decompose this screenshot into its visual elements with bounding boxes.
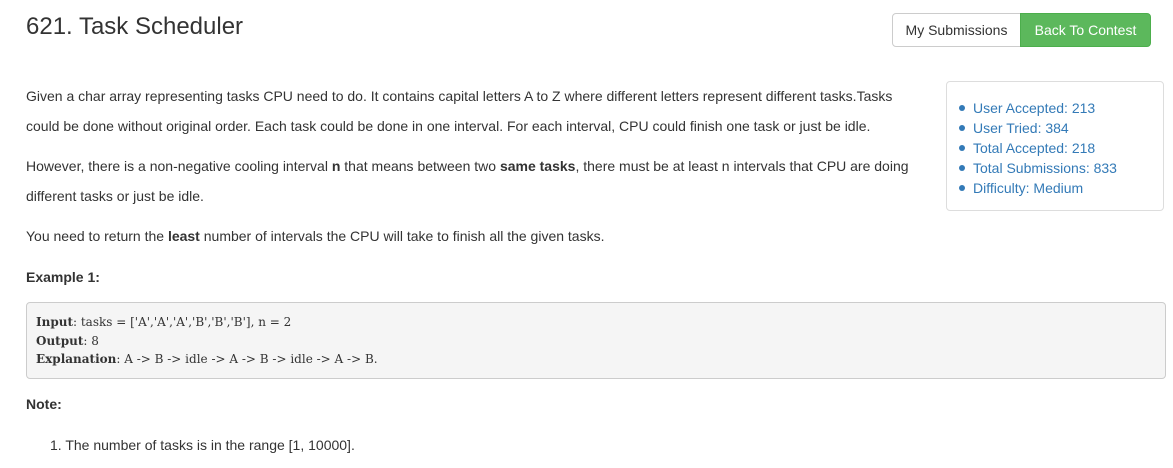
bullet-icon (959, 125, 965, 131)
p2-text-b: that means between two (340, 158, 500, 174)
p3-text-b: number of intervals the CPU will take to… (199, 228, 605, 244)
bullet-icon (959, 185, 965, 191)
p3-least-bold: least (167, 228, 200, 244)
action-button-group: My Submissions Back To Contest (892, 13, 1151, 47)
stat-text: User Tried: 384 (973, 120, 1069, 136)
example-code-block: Input: tasks = ['A','A','A','B','B','B']… (26, 302, 1166, 379)
my-submissions-button[interactable]: My Submissions (892, 13, 1021, 47)
p2-text-a: However, there is a non-negative cooling… (26, 158, 332, 174)
page-title: 621. Task Scheduler (26, 13, 244, 40)
back-to-contest-button[interactable]: Back To Contest (1020, 13, 1151, 47)
description-paragraph-1: Given a char array representing tasks CP… (26, 88, 893, 134)
note-item-text: The number of tasks is in the range [1, … (65, 437, 355, 453)
explanation-label: Explanation (36, 352, 117, 366)
note-list-item: 1. The number of tasks is in the range [… (50, 435, 355, 455)
note-title: Note: (26, 396, 62, 412)
stat-total-accepted: Total Accepted: 218 (959, 138, 1163, 158)
stat-total-submissions: Total Submissions: 833 (959, 158, 1163, 178)
bullet-icon (959, 145, 965, 151)
p2-same-tasks-bold: same tasks (499, 158, 576, 174)
stat-user-tried: User Tried: 384 (959, 118, 1163, 138)
example-title: Example 1: (26, 269, 100, 285)
explanation-value: : A -> B -> idle -> A -> B -> idle -> A … (116, 352, 378, 366)
output-label: Output (36, 333, 84, 348)
stats-list: User Accepted: 213 User Tried: 384 Total… (947, 82, 1163, 198)
bullet-icon (959, 165, 965, 171)
stats-panel: User Accepted: 213 User Tried: 384 Total… (946, 81, 1164, 211)
note-item-number: 1. (50, 437, 62, 453)
stat-difficulty: Difficulty: Medium (959, 178, 1163, 198)
output-value: : 8 (83, 333, 99, 348)
stat-text: Total Accepted: 218 (973, 140, 1096, 156)
stat-text: Total Submissions: 833 (973, 160, 1117, 176)
description-paragraph-2: However, there is a non-negative cooling… (26, 151, 921, 211)
stat-user-accepted: User Accepted: 213 (959, 98, 1163, 118)
p3-text-a: You need to return the (26, 228, 168, 244)
stat-text: User Accepted: 213 (973, 100, 1096, 116)
description-paragraph-3: You need to return the least number of i… (26, 221, 921, 251)
problem-description: Given a char array representing tasks CP… (26, 81, 921, 261)
problem-page: 621. Task Scheduler My Submissions Back … (0, 0, 1173, 468)
stat-text: Difficulty: Medium (973, 180, 1084, 196)
input-label: Input (36, 315, 73, 329)
input-value: : tasks = ['A','A','A','B','B','B'], n =… (73, 315, 292, 329)
bullet-icon (959, 105, 965, 111)
